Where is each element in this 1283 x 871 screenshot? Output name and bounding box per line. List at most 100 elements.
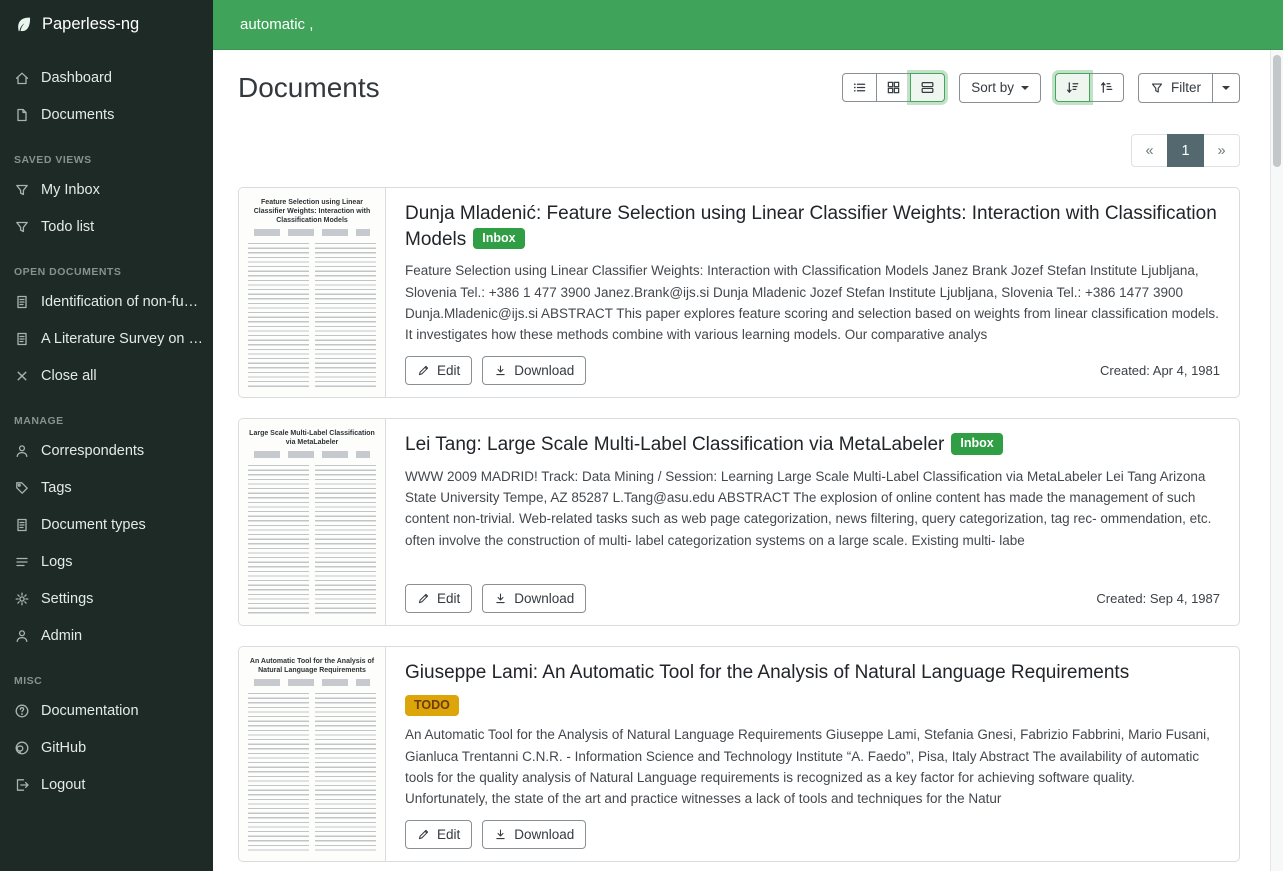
search-input[interactable] (213, 0, 1283, 49)
person-icon (14, 443, 30, 459)
question-circle-icon (14, 703, 30, 719)
created-date: Created: Apr 4, 1981 (1100, 363, 1220, 378)
sidebar-item-label: Todo list (41, 219, 94, 235)
page-title: Documents (238, 72, 380, 104)
house-icon (14, 70, 30, 86)
topbar (213, 0, 1283, 50)
funnel-icon (14, 182, 30, 198)
download-icon (494, 592, 507, 605)
document-card: An Automatic Tool for the Analysis of Na… (238, 646, 1240, 862)
thumbnail-title: An Automatic Tool for the Analysis of Na… (248, 657, 376, 675)
document-thumbnail[interactable]: An Automatic Tool for the Analysis of Na… (239, 647, 386, 861)
filter-dropdown-toggle[interactable] (1212, 73, 1240, 103)
download-icon (494, 828, 507, 841)
edit-button[interactable]: Edit (405, 820, 472, 850)
sidebar-item-document-types[interactable]: Document types (0, 506, 213, 543)
edit-button[interactable]: Edit (405, 356, 472, 386)
tag-badge-todo[interactable]: TODO (405, 695, 459, 717)
thumbnail-page-preview (248, 243, 376, 389)
pagination-next-button[interactable]: » (1203, 134, 1240, 167)
file-text-icon (14, 294, 30, 310)
document-snippet: An Automatic Tool for the Analysis of Na… (405, 724, 1220, 809)
sidebar-item-label: Documents (41, 107, 114, 123)
sidebar-item-close-all[interactable]: Close all (0, 357, 213, 394)
sidebar-item-documents[interactable]: Documents (0, 96, 213, 133)
sidebar-item-label: My Inbox (41, 182, 100, 198)
sort-descending-icon (1065, 80, 1080, 95)
filter-button[interactable]: Filter (1138, 73, 1213, 103)
pencil-icon (417, 828, 430, 841)
sidebar-item-logout[interactable]: Logout (0, 766, 213, 803)
document-thumbnail[interactable]: Feature Selection using Linear Classifie… (239, 188, 386, 397)
sort-direction-group (1055, 73, 1124, 102)
pagination-page-1-button[interactable]: 1 (1167, 134, 1204, 167)
thumbnail-authors-line (254, 229, 370, 236)
scrollbar-track[interactable] (1270, 50, 1283, 871)
view-grid-button[interactable] (876, 73, 911, 102)
sidebar-item-label: Logs (41, 554, 72, 570)
view-list-button[interactable] (842, 73, 877, 102)
pagination-prev-button[interactable]: « (1131, 134, 1168, 167)
thumbnail-authors-line (254, 451, 370, 458)
sidebar-item-label: Document types (41, 517, 146, 533)
sidebar-section-saved-views: SAVED VIEWS (14, 154, 199, 166)
sidebar-item-tags[interactable]: Tags (0, 469, 213, 506)
app-name: Paperless-ng (42, 15, 139, 34)
document-thumbnail[interactable]: Large Scale Multi-Label Classification v… (239, 419, 386, 625)
sidebar-item-open-doc-1[interactable]: Identification of non-fu… (0, 283, 213, 320)
sidebar-item-todo-list[interactable]: Todo list (0, 208, 213, 245)
download-button[interactable]: Download (482, 820, 586, 850)
sort-ascending-button[interactable] (1089, 73, 1124, 102)
thumbnail-page-preview (248, 465, 376, 617)
document-title[interactable]: Giuseppe Lami: An Automatic Tool for the… (405, 660, 1220, 686)
sidebar-item-label: Documentation (41, 703, 139, 719)
sidebar-item-dashboard[interactable]: Dashboard (0, 59, 213, 96)
document-card: Feature Selection using Linear Classifie… (238, 187, 1240, 398)
list-view-icon (852, 80, 867, 95)
edit-button[interactable]: Edit (405, 584, 472, 614)
sidebar-item-logs[interactable]: Logs (0, 543, 213, 580)
sidebar-item-label: Correspondents (41, 443, 144, 459)
filter-label: Filter (1171, 80, 1201, 96)
grid-view-icon (886, 80, 901, 95)
scrollbar-thumb[interactable] (1273, 55, 1281, 167)
sidebar-item-label: Admin (41, 628, 82, 644)
document-title[interactable]: Lei Tang: Large Scale Multi-Label Classi… (405, 432, 1220, 458)
sort-by-label: Sort by (971, 80, 1014, 96)
app-brand[interactable]: Paperless-ng (0, 0, 213, 49)
gear-icon (14, 591, 30, 607)
filter-group: Filter (1138, 73, 1240, 103)
sidebar-section-manage: MANAGE (14, 415, 199, 427)
file-text-icon (14, 517, 30, 533)
funnel-icon (1150, 81, 1164, 95)
download-button[interactable]: Download (482, 356, 586, 386)
sidebar-item-correspondents[interactable]: Correspondents (0, 432, 213, 469)
sidebar-item-documentation[interactable]: Documentation (0, 692, 213, 729)
sidebar-item-admin[interactable]: Admin (0, 617, 213, 654)
download-button[interactable]: Download (482, 584, 586, 614)
sidebar-item-my-inbox[interactable]: My Inbox (0, 171, 213, 208)
paperless-logo-icon (14, 15, 33, 34)
tag-badge-inbox[interactable]: Inbox (473, 228, 524, 250)
document-snippet: Feature Selection using Linear Classifie… (405, 260, 1220, 345)
sidebar-section-open-documents: OPEN DOCUMENTS (14, 266, 199, 278)
logout-icon (14, 777, 30, 793)
sidebar-item-settings[interactable]: Settings (0, 580, 213, 617)
documents-page: Documents (213, 50, 1270, 871)
view-details-button[interactable] (910, 73, 945, 102)
document-title[interactable]: Dunja Mladenić: Feature Selection using … (405, 201, 1220, 252)
tag-badge-inbox[interactable]: Inbox (951, 433, 1002, 455)
sidebar-item-open-doc-2[interactable]: A Literature Survey on … (0, 320, 213, 357)
funnel-icon (14, 219, 30, 235)
sidebar-item-label: Logout (41, 777, 85, 793)
sort-descending-button[interactable] (1055, 73, 1090, 102)
document-card: Large Scale Multi-Label Classification v… (238, 418, 1240, 626)
sidebar-item-label: Dashboard (41, 70, 112, 86)
sidebar-item-label: GitHub (41, 740, 86, 756)
pagination: « 1 » (238, 134, 1240, 167)
sidebar-item-label: Tags (41, 480, 72, 496)
github-icon (14, 740, 30, 756)
sidebar-item-github[interactable]: GitHub (0, 729, 213, 766)
sort-by-button[interactable]: Sort by (959, 73, 1041, 103)
sidebar-section-misc: MISC (14, 675, 199, 687)
